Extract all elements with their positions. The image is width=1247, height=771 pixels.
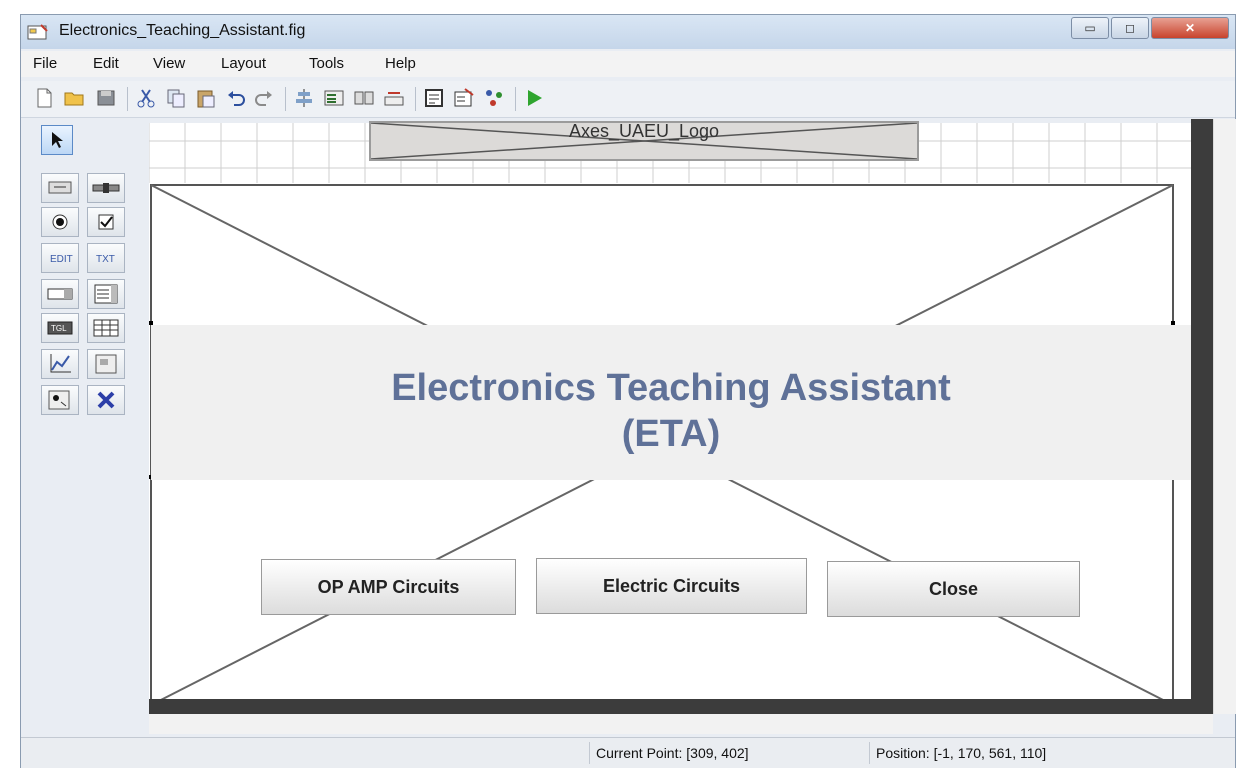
toolbar-editor-icon[interactable]: [383, 87, 405, 109]
guide-window: Electronics_Teaching_Assistant.fig ▭ ◻ ✕…: [20, 14, 1236, 768]
figure-border-bottom: [149, 699, 1213, 714]
close-button[interactable]: Close: [827, 561, 1080, 617]
table-icon[interactable]: [87, 313, 125, 343]
menu-file[interactable]: File: [33, 55, 57, 72]
figure-border-right: [1191, 119, 1213, 714]
toolbar-separator: [415, 87, 416, 111]
guide-figure-icon: [27, 24, 48, 40]
open-folder-icon[interactable]: [63, 87, 85, 109]
vertical-scrollbar[interactable]: [1213, 119, 1236, 714]
save-icon[interactable]: [95, 87, 117, 109]
checkbox-icon[interactable]: [87, 207, 125, 237]
electric-circuits-button[interactable]: Electric Circuits: [536, 558, 807, 614]
listbox-icon[interactable]: [87, 279, 125, 309]
toolbar: [21, 81, 1235, 118]
component-palette: EDIT TXT TGL: [35, 123, 139, 429]
button-group-icon[interactable]: [41, 385, 79, 415]
title-bar[interactable]: Electronics_Teaching_Assistant.fig ▭ ◻ ✕: [21, 15, 1235, 49]
svg-text:TXT: TXT: [96, 254, 115, 265]
align-objects-icon[interactable]: [293, 87, 315, 109]
svg-text:EDIT: EDIT: [50, 254, 73, 265]
cut-icon[interactable]: [135, 87, 157, 109]
radio-button-icon[interactable]: [41, 207, 79, 237]
svg-text:TGL: TGL: [51, 324, 67, 333]
app-title-text[interactable]: Electronics Teaching Assistant (ETA): [151, 325, 1191, 480]
close-window-button[interactable]: ✕: [1151, 17, 1229, 39]
static-text-icon[interactable]: TXT: [87, 243, 125, 273]
toolbar-separator: [127, 87, 128, 111]
menu-layout[interactable]: Layout: [221, 55, 266, 72]
logo-axes-placeholder[interactable]: Axes_UAEU_Logo: [369, 121, 919, 161]
menu-edit[interactable]: Edit: [93, 55, 119, 72]
slider-icon[interactable]: [87, 173, 125, 203]
menu-view[interactable]: View: [153, 55, 185, 72]
toolbar-separator: [515, 87, 516, 111]
push-button-icon[interactable]: [41, 173, 79, 203]
menu-tools[interactable]: Tools: [309, 55, 344, 72]
maximize-button[interactable]: ◻: [1111, 17, 1149, 39]
menu-editor-icon[interactable]: [323, 87, 345, 109]
minimize-button[interactable]: ▭: [1071, 17, 1109, 39]
app-title-line1: Electronics Teaching Assistant: [391, 367, 951, 409]
popup-menu-icon[interactable]: [41, 279, 79, 309]
menu-bar: File Edit View Layout Tools Help: [21, 51, 1235, 77]
axes-icon[interactable]: [41, 349, 79, 379]
property-inspector-icon[interactable]: [453, 87, 475, 109]
toolbar-separator: [285, 87, 286, 111]
position-readout: Position: [-1, 170, 561, 110]: [869, 742, 1176, 764]
panel-icon[interactable]: [87, 349, 125, 379]
undo-icon[interactable]: [225, 87, 247, 109]
toggle-button-icon[interactable]: TGL: [41, 313, 79, 343]
m-file-editor-icon[interactable]: [423, 87, 445, 109]
run-figure-icon[interactable]: [523, 87, 545, 109]
op-amp-circuits-button[interactable]: OP AMP Circuits: [261, 559, 516, 615]
status-bar: Current Point: [309, 402] Position: [-1,…: [21, 737, 1235, 768]
app-title-line2: (ETA): [621, 413, 721, 455]
paste-icon[interactable]: [195, 87, 217, 109]
tab-order-icon[interactable]: [353, 87, 375, 109]
edit-text-icon[interactable]: EDIT: [41, 243, 79, 273]
select-arrow-icon[interactable]: [41, 125, 73, 155]
object-browser-icon[interactable]: [483, 87, 505, 109]
horizontal-scrollbar[interactable]: [149, 714, 1213, 734]
window-title: Electronics_Teaching_Assistant.fig: [59, 22, 306, 39]
activex-control-icon[interactable]: [87, 385, 125, 415]
redo-icon[interactable]: [253, 87, 275, 109]
menu-help[interactable]: Help: [385, 55, 416, 72]
current-point-readout: Current Point: [309, 402]: [589, 742, 866, 764]
new-file-icon[interactable]: [33, 87, 55, 109]
copy-icon[interactable]: [165, 87, 187, 109]
logo-axes-label: Axes_UAEU_Logo: [568, 121, 720, 141]
